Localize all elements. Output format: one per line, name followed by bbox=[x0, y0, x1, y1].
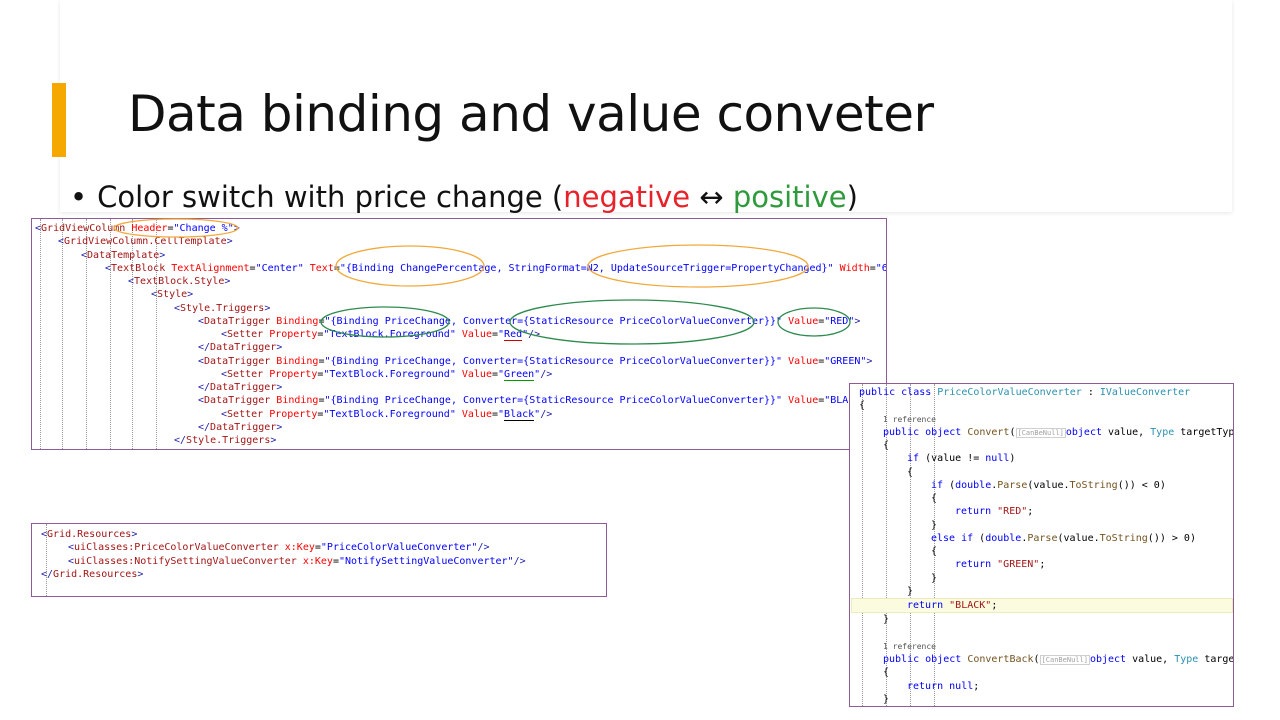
bullet-suffix: ) bbox=[846, 180, 858, 214]
cs-line-12: { bbox=[931, 546, 938, 557]
cs-line-21: } bbox=[883, 693, 890, 705]
bullet-positive: positive bbox=[732, 180, 847, 214]
cs-line-2: { bbox=[859, 400, 866, 412]
xaml-line-15: <Setter Property="TextBlock.Foreground" … bbox=[221, 408, 553, 421]
xaml-line-9: <Setter Property="TextBlock.Foreground" … bbox=[221, 329, 541, 341]
slide-title: Data binding and value conveter bbox=[128, 85, 934, 143]
res-line-3: <uiClasses:NotifySettingValueConverter x… bbox=[68, 555, 526, 567]
xaml-line-5: <TextBlock.Style> bbox=[128, 276, 231, 287]
xaml-line-10: </DataTrigger> bbox=[198, 342, 283, 354]
cs-line-15: } bbox=[907, 585, 914, 597]
cs-line-13: return "GREEN"; bbox=[955, 559, 1046, 571]
res-line-2: <uiClasses:PriceColorValueConverter x:Ke… bbox=[68, 542, 490, 554]
xaml-line-2: <GridViewColumn.CellTemplate> bbox=[58, 236, 233, 248]
cs-line-17: } bbox=[883, 614, 890, 626]
xaml-line-3: <DataTemplate> bbox=[81, 249, 166, 261]
cs-line-7: if (double.Parse(value.ToString()) < 0) bbox=[931, 479, 1166, 491]
cs-line-11: else if (double.Parse(value.ToString()) … bbox=[931, 532, 1196, 544]
cs-codelens-1[interactable]: 1 reference bbox=[859, 413, 1233, 426]
cs-line-16-current[interactable]: return "BLACK"; bbox=[851, 598, 1233, 614]
cs-line-4: { bbox=[883, 440, 890, 451]
cs-line-14: } bbox=[931, 572, 938, 584]
xaml-line-7: <Style.Triggers> bbox=[174, 302, 271, 314]
cs-line-3: public object Convert([CanBeNull] object … bbox=[883, 426, 1234, 438]
cs-line-10: } bbox=[931, 519, 938, 531]
bullet-arrow: ↔ bbox=[690, 180, 733, 214]
xaml-code-snippet: <GridViewColumn Header="Change %"> <Grid… bbox=[31, 218, 887, 450]
bullet-marker: • bbox=[70, 180, 88, 214]
bullet-negative: negative bbox=[563, 180, 691, 214]
xaml-line-8: <DataTrigger Binding="{Binding PriceChan… bbox=[198, 315, 861, 327]
xaml-line-12: <Setter Property="TextBlock.Foreground" … bbox=[221, 368, 553, 381]
csharp-code-snippet: public class PriceColorValueConverter : … bbox=[849, 383, 1234, 707]
cs-line-6: { bbox=[907, 466, 914, 478]
cs-blank-line bbox=[859, 627, 1233, 640]
xaml-line-1: <GridViewColumn Header="Change %"> bbox=[35, 223, 240, 234]
bullet-point: • Color switch with price change (negativ… bbox=[70, 180, 858, 215]
res-line-1: <Grid.Resources> bbox=[41, 529, 138, 540]
resources-code-snippet: <Grid.Resources> <uiClasses:PriceColorVa… bbox=[31, 523, 607, 597]
title-accent-bar bbox=[52, 83, 66, 157]
cs-line-5: if (value != null) bbox=[907, 453, 1016, 465]
cs-line-9: return "RED"; bbox=[955, 506, 1034, 518]
xaml-line-16: </DataTrigger> bbox=[198, 421, 283, 433]
cs-codelens-2[interactable]: 1 reference bbox=[859, 640, 1233, 653]
xaml-line-6: <Style> bbox=[151, 289, 194, 301]
cs-line-18: public object ConvertBack([CanBeNull] obj… bbox=[883, 654, 1234, 665]
bullet-prefix: Color switch with price change ( bbox=[97, 180, 564, 214]
cs-line-8: { bbox=[931, 493, 938, 504]
cs-line-19: { bbox=[883, 667, 890, 679]
cs-line-1: public class PriceColorValueConverter : … bbox=[859, 387, 1191, 398]
res-line-4: </Grid.Resources> bbox=[41, 568, 144, 580]
xaml-line-13: </DataTrigger> bbox=[198, 382, 283, 393]
xaml-line-11: <DataTrigger Binding="{Binding PriceChan… bbox=[198, 355, 873, 367]
xaml-line-17: </Style.Triggers> bbox=[174, 435, 277, 446]
xaml-line-14: <DataTrigger Binding="{Binding PriceChan… bbox=[198, 395, 872, 407]
cs-line-20: return null; bbox=[907, 680, 980, 692]
xaml-line-4: <TextBlock TextAlignment="Center" Text="… bbox=[105, 262, 887, 274]
